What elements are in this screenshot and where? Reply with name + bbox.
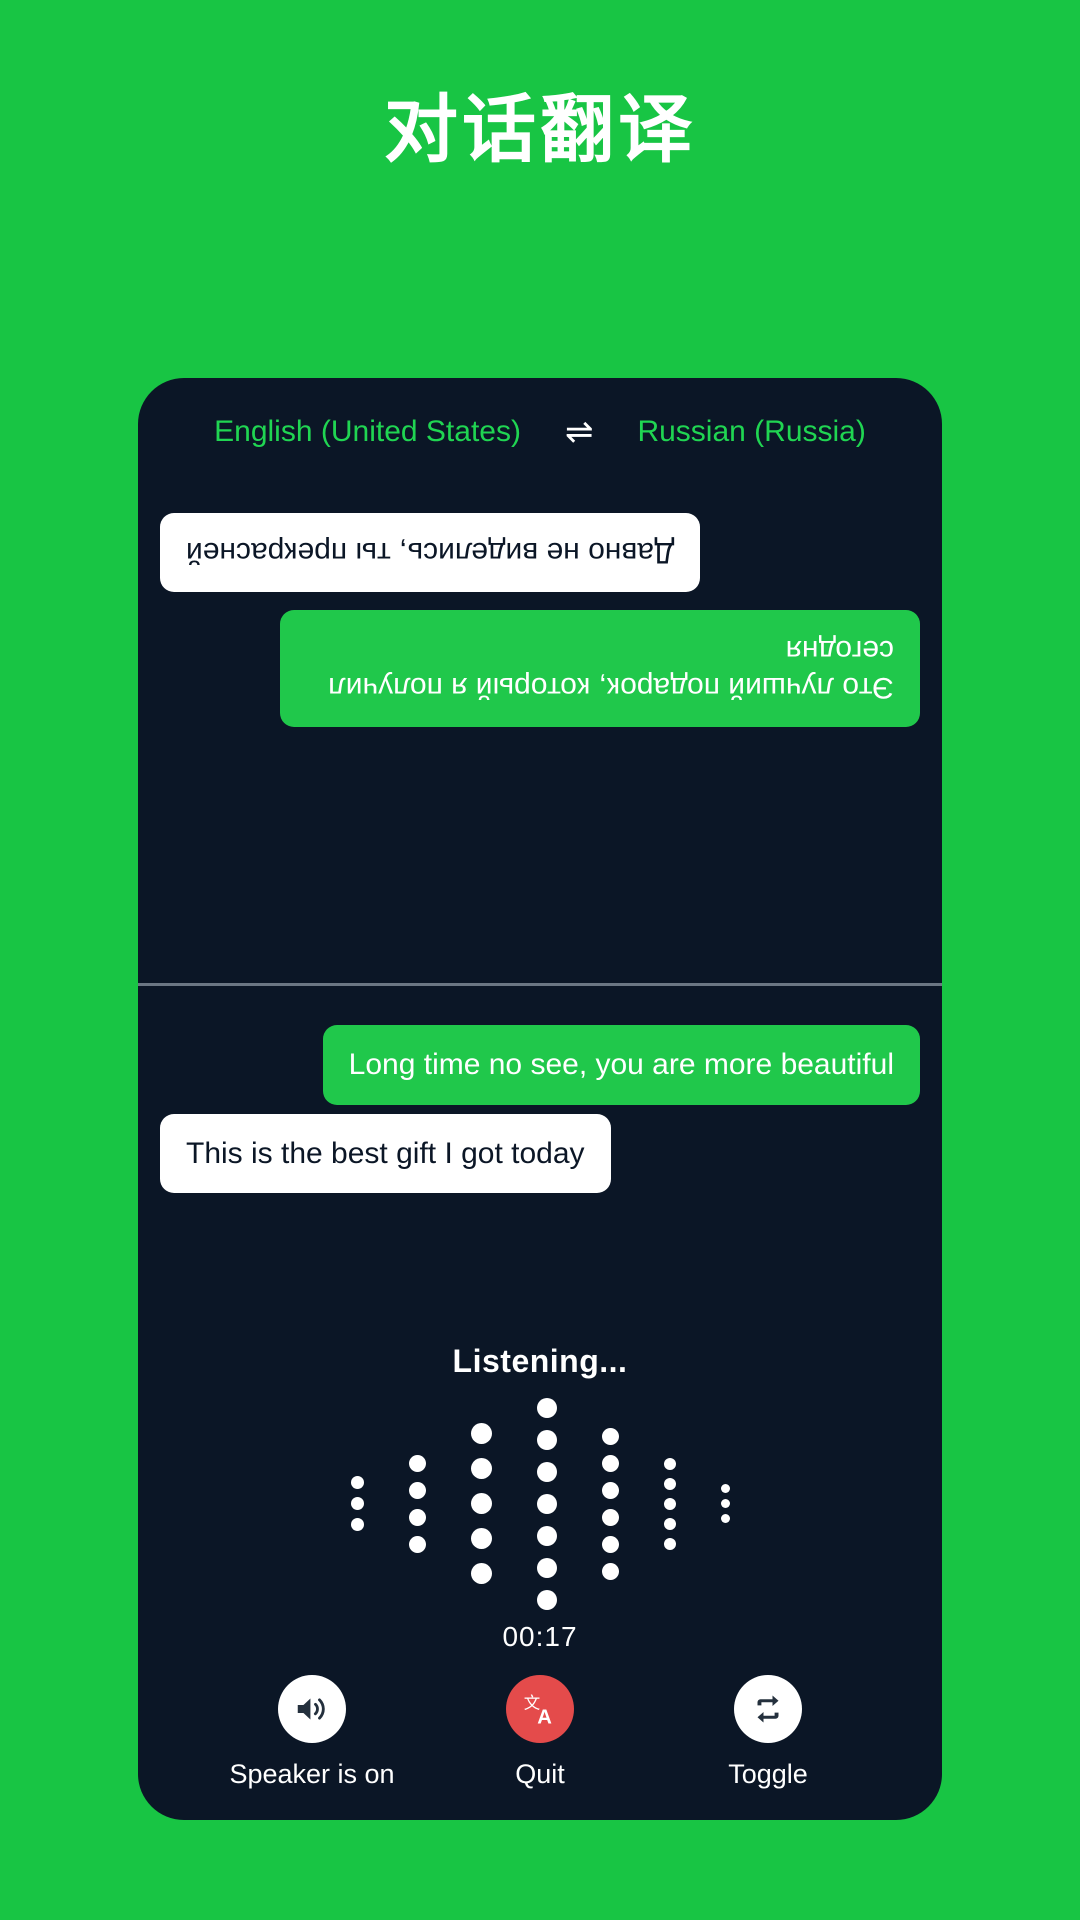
waveform-dot bbox=[350, 1476, 364, 1489]
message-bubble[interactable]: Long time no see, you are more beautiful bbox=[322, 1025, 920, 1105]
control-bar: Speaker is on 文 A Quit Toggle bbox=[160, 1675, 920, 1790]
waveform-dot bbox=[536, 1397, 557, 1418]
control-label: Quit bbox=[515, 1759, 565, 1789]
target-language[interactable]: Russian (Russia) bbox=[637, 415, 865, 449]
waveform-dot bbox=[663, 1537, 676, 1550]
waveform-dot bbox=[536, 1589, 557, 1610]
waveform-dot bbox=[470, 1423, 492, 1444]
audio-waveform bbox=[350, 1397, 730, 1610]
waveform-dot bbox=[601, 1481, 619, 1499]
translate-icon[interactable]: 文A bbox=[506, 1675, 574, 1743]
toggle-repeat-icon[interactable] bbox=[734, 1675, 802, 1743]
waveform-dot bbox=[408, 1508, 426, 1526]
message-bubble[interactable]: Это лучший подарок, который я получил се… bbox=[280, 610, 920, 728]
waveform-dot bbox=[720, 1514, 730, 1523]
swap-languages-icon[interactable]: ⇌ bbox=[565, 415, 594, 449]
waveform-column bbox=[350, 1472, 364, 1535]
svg-text:A: A bbox=[537, 1706, 552, 1727]
waveform-dot bbox=[536, 1557, 557, 1578]
message-row: Long time no see, you are more beautiful bbox=[160, 1025, 920, 1105]
page-title: 对话翻译 bbox=[384, 87, 696, 173]
waveform-dot bbox=[408, 1481, 426, 1499]
waveform-dot bbox=[720, 1499, 730, 1508]
waveform-dot bbox=[470, 1458, 492, 1479]
listening-area: Listening... 00:17 Speaker is on 文 A Quit To… bbox=[160, 1343, 920, 1820]
recording-timer: 00:17 bbox=[502, 1621, 578, 1652]
listening-status: Listening... bbox=[452, 1343, 628, 1379]
waveform-column bbox=[663, 1454, 676, 1554]
waveform-dot bbox=[720, 1484, 730, 1493]
source-language[interactable]: English (United States) bbox=[214, 415, 521, 449]
waveform-dot bbox=[470, 1493, 492, 1514]
local-conversation-pane: Long time no see, you are more beautiful… bbox=[138, 986, 942, 1820]
waveform-dot bbox=[408, 1454, 426, 1472]
waveform-column bbox=[601, 1423, 619, 1585]
toggle-button[interactable]: Toggle bbox=[658, 1675, 878, 1790]
speaker-button[interactable]: Speaker is on bbox=[202, 1675, 422, 1790]
control-label: Toggle bbox=[728, 1759, 808, 1789]
message-bubble[interactable]: Давно не виделись, ты прекрасней bbox=[160, 513, 701, 593]
message-row: Это лучший подарок, который я получил се… bbox=[160, 610, 920, 728]
message-row: This is the best gift I got today bbox=[160, 1113, 920, 1193]
waveform-dot bbox=[601, 1562, 619, 1580]
waveform-column bbox=[720, 1481, 730, 1526]
phone-card: English (United States) ⇌ Russian (Russi… bbox=[138, 378, 942, 1820]
message-bubble[interactable]: This is the best gift I got today bbox=[160, 1113, 611, 1193]
language-selector-bar: English (United States) ⇌ Russian (Russi… bbox=[138, 378, 942, 486]
waveform-dot bbox=[601, 1535, 619, 1553]
quit-button[interactable]: 文 A Quit bbox=[430, 1675, 650, 1790]
waveform-dot bbox=[601, 1508, 619, 1526]
waveform-dot bbox=[470, 1563, 492, 1584]
message-row: Давно не виделись, ты прекрасней bbox=[160, 513, 920, 593]
waveform-column bbox=[470, 1416, 492, 1591]
waveform-dot bbox=[350, 1497, 364, 1510]
waveform-dot bbox=[408, 1535, 426, 1553]
waveform-dot bbox=[470, 1528, 492, 1549]
local-message-list: Long time no see, you are more beautiful… bbox=[160, 1016, 920, 1202]
waveform-dot bbox=[601, 1454, 619, 1472]
control-label: Speaker is on bbox=[229, 1759, 395, 1789]
waveform-dot bbox=[536, 1525, 557, 1546]
waveform-dot bbox=[350, 1518, 364, 1531]
waveform-dot bbox=[536, 1429, 557, 1450]
waveform-column bbox=[408, 1450, 426, 1558]
waveform-column bbox=[536, 1392, 557, 1616]
waveform-dot bbox=[536, 1493, 557, 1514]
waveform-dot bbox=[663, 1497, 676, 1510]
waveform-dot bbox=[663, 1517, 676, 1530]
waveform-dot bbox=[663, 1477, 676, 1490]
waveform-dot bbox=[663, 1457, 676, 1470]
remote-conversation-pane: Это лучший подарок, который я получил се… bbox=[138, 486, 942, 983]
speaker-on-icon[interactable] bbox=[278, 1675, 346, 1743]
waveform-dot bbox=[536, 1461, 557, 1482]
waveform-dot bbox=[601, 1427, 619, 1445]
